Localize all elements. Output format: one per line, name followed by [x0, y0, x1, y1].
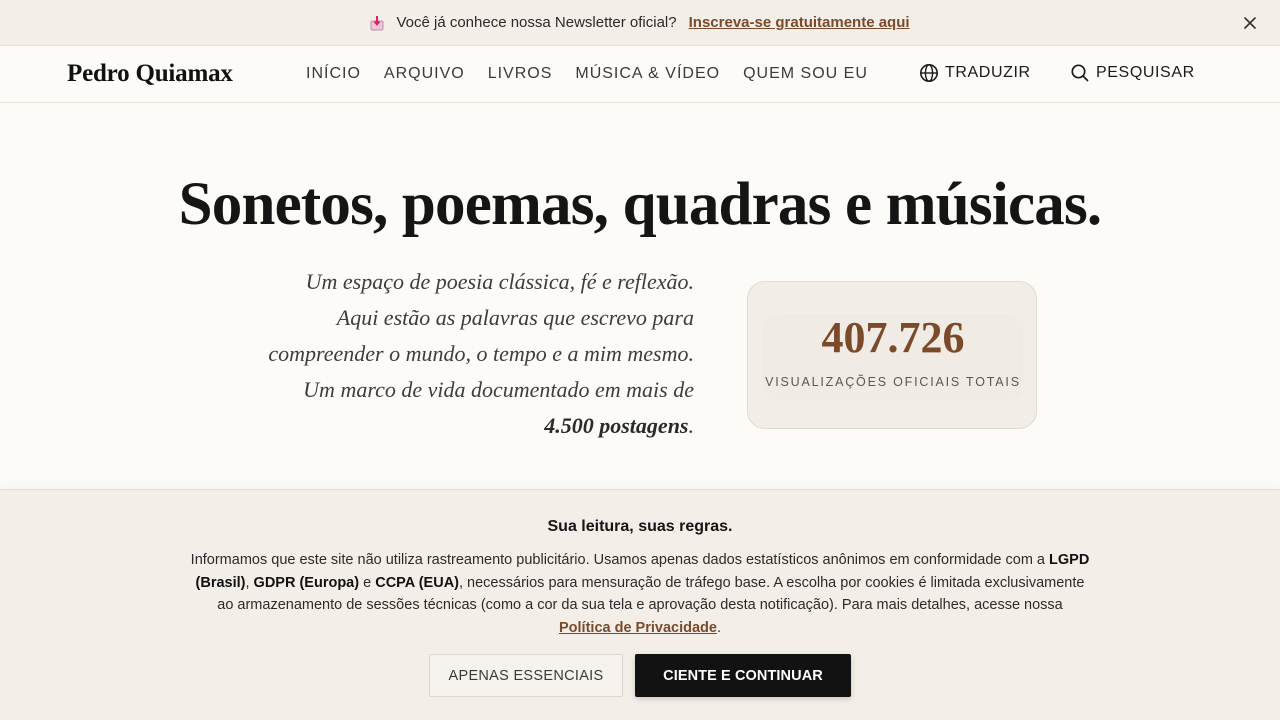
search-icon [1071, 64, 1089, 82]
nav-item-quem-sou-eu[interactable]: QUEM SOU EU [743, 65, 868, 83]
site-intro: Um espaço de poesia clássica, fé e refle… [200, 264, 694, 444]
views-stats-card: 407.726 VISUALIZAÇÕES OFICIAIS TOTAIS [747, 281, 1037, 429]
total-views-label: VISUALIZAÇÕES OFICIAIS TOTAIS [765, 375, 1021, 389]
search-label: PESQUISAR [1096, 64, 1195, 81]
law-gdpr: GDPR (Europa) [253, 574, 360, 591]
translate-button[interactable]: TRADUZIR [919, 63, 1031, 83]
main-navigation: INÍCIO ARQUIVO LIVROS MÚSICA & VÍDEO QUE… [306, 65, 891, 83]
law-ccpa: CCPA (EUA) [375, 574, 459, 591]
close-icon [1244, 17, 1256, 29]
cookie-separator: e [363, 574, 372, 591]
intro-line: Aqui estão as palavras que escrevo para [336, 305, 694, 330]
intro-line: Um marco de vida documentado em mais de [303, 377, 694, 402]
cookie-consent-banner: Sua leitura, suas regras. Informamos que… [0, 489, 1280, 720]
intro-line: compreender o mundo, o tempo e a mim mes… [268, 341, 694, 366]
cookie-separator: , [245, 574, 250, 591]
cookie-text-part: Informamos que este site não utiliza ras… [190, 552, 1045, 568]
nav-item-livros[interactable]: LIVROS [488, 65, 553, 83]
nav-item-arquivo[interactable]: ARQUIVO [384, 65, 465, 83]
nav-item-musica-video[interactable]: MÚSICA & VÍDEO [575, 65, 720, 83]
mail-inbox-icon [370, 15, 384, 31]
newsletter-signup-link[interactable]: Inscreva-se gratuitamente aqui [689, 14, 910, 31]
cookie-description: Informamos que este site não utiliza ras… [190, 549, 1090, 640]
cookie-title: Sua leitura, suas regras. [547, 518, 733, 535]
accept-continue-button[interactable]: CIENTE E CONTINUAR [635, 654, 851, 697]
site-header: Pedro Quiamax INÍCIO ARQUIVO LIVROS MÚSI… [0, 46, 1280, 103]
privacy-policy-link[interactable]: Política de Privacidade [559, 620, 717, 636]
hero-title: Sonetos, poemas, quadras e músicas. [178, 171, 1102, 238]
post-count: 4.500 postagens [544, 413, 689, 438]
total-views-count: 407.726 [821, 313, 965, 362]
close-announcement-button[interactable] [1240, 13, 1260, 33]
newsletter-message: Você já conhece nossa Newsletter oficial… [396, 14, 677, 31]
intro-line: Um espaço de poesia clássica, fé e refle… [305, 269, 694, 294]
cookie-text-end: . [716, 620, 721, 637]
newsletter-announcement-bar: Você já conhece nossa Newsletter oficial… [0, 0, 1280, 46]
search-button[interactable]: PESQUISAR [1070, 63, 1195, 83]
intro-line: 4.500 postagens. [200, 408, 694, 444]
translate-label: TRADUZIR [945, 64, 1031, 81]
site-logo[interactable]: Pedro Quiamax [67, 60, 233, 88]
essential-only-button[interactable]: APENAS ESSENCIAIS [429, 654, 623, 697]
nav-item-inicio[interactable]: INÍCIO [306, 65, 361, 83]
post-count-suffix: . [688, 413, 695, 438]
globe-icon [920, 64, 938, 82]
